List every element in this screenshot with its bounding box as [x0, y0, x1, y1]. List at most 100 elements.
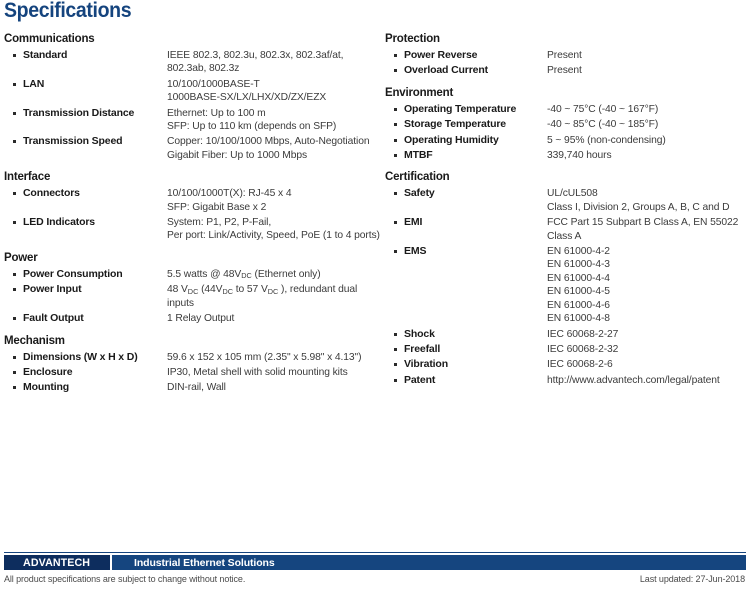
- spec-label: Enclosure: [23, 365, 73, 378]
- footer-brand-bar: ADVANTECH Industrial Ethernet Solutions: [4, 555, 746, 570]
- bullet-icon: [13, 49, 23, 57]
- spec-label: Power Input: [23, 283, 82, 296]
- page-title: Specifications: [4, 0, 132, 22]
- bullet-icon: [13, 107, 23, 115]
- spec-label: MTBF: [404, 149, 433, 162]
- spec-row: Power Input 48 VDC (44VDC to 57 VDC ), re…: [4, 283, 380, 310]
- spec-label: Safety: [404, 187, 435, 200]
- spec-row: Safety UL/cUL508 Class I, Division 2, Gro…: [385, 187, 750, 214]
- spec-label: Standard: [23, 49, 68, 61]
- spec-label: Operating Temperature: [404, 102, 517, 115]
- bullet-icon: [394, 245, 404, 254]
- bullet-icon: [394, 374, 404, 382]
- spec-value: FCC Part 15 Subpart B Class A, EN 55022 …: [547, 217, 739, 242]
- spec-row: Overload Current Present: [385, 64, 750, 77]
- bullet-icon: [13, 187, 23, 196]
- spec-group-title: Power: [4, 251, 38, 264]
- spec-label: Power Consumption: [23, 267, 123, 280]
- spec-row: Power Consumption 5.5 watts @ 48VDC (Ethe…: [4, 268, 380, 281]
- spec-label: Transmission Speed: [23, 135, 123, 148]
- spec-value: IP30, Metal shell with solid mounting ki…: [167, 366, 348, 378]
- spec-value: DIN-rail, Wall: [167, 382, 226, 394]
- bullet-icon: [13, 381, 23, 390]
- spec-group: Protection Power Reverse Present Overload C…: [385, 33, 750, 78]
- bullet-icon: [394, 64, 404, 73]
- spec-value: IEEE 802.3, 802.3u, 802.3x, 802.3af/at, …: [167, 50, 344, 75]
- spec-group-title: Protection: [385, 33, 440, 45]
- spec-row: Operating Humidity 5 ~ 95% (non-condensin…: [385, 134, 750, 147]
- bullet-icon: [394, 149, 404, 158]
- spec-value: IEC 60068-2-27: [547, 328, 619, 340]
- spec-label: Fault Output: [23, 312, 84, 325]
- spec-label: Storage Temperature: [404, 118, 506, 131]
- spec-row: Enclosure IP30, Metal shell with solid mo…: [4, 366, 380, 379]
- spec-label: Overload Current: [404, 64, 488, 77]
- spec-group: Communications Standard IEEE 802.3, 802.3u…: [4, 33, 380, 162]
- spec-value: -40 ~ 85°C (-40 ~ 185°F): [547, 119, 659, 131]
- spec-label: Shock: [404, 327, 435, 340]
- spec-row: Patent http://www.advantech.com/legal/pat…: [385, 374, 750, 387]
- spec-value: 10/100/1000T(X): RJ-45 x 4 SFP: Gigabit …: [167, 188, 292, 213]
- bullet-icon: [13, 366, 23, 374]
- spec-row: Vibration IEC 60068-2-6: [385, 358, 750, 371]
- spec-value: Copper: 10/100/1000 Mbps, Auto-Negotiati…: [167, 136, 370, 161]
- spec-row: Shock IEC 60068-2-27: [385, 328, 750, 341]
- bullet-icon: [394, 118, 404, 127]
- right-column: Protection Power Reverse Present Overload C…: [385, 33, 750, 396]
- spec-value: 1 Relay Output: [167, 313, 235, 325]
- spec-row: LED Indicators System: P1, P2, P-Fail, Pe…: [4, 216, 380, 243]
- spec-value[interactable]: http://www.advantech.com/legal/patent: [547, 374, 720, 387]
- footer-banner-text: Industrial Ethernet Solutions: [134, 556, 275, 569]
- spec-row: Power Reverse Present: [385, 49, 750, 62]
- spec-label: Connectors: [23, 187, 80, 200]
- bullet-icon: [13, 268, 23, 276]
- advantech-logo: ADVANTECH: [4, 555, 110, 570]
- spec-row: Mounting DIN-rail, Wall: [4, 381, 380, 394]
- spec-value: IEC 60068-2-6: [547, 359, 613, 371]
- spec-row: Fault Output 1 Relay Output: [4, 312, 380, 325]
- spec-value: IEC 60068-2-32: [547, 343, 619, 355]
- spec-label: EMI: [404, 216, 423, 229]
- bullet-icon: [13, 216, 23, 225]
- spec-row: Storage Temperature -40 ~ 85°C (-40 ~ 185…: [385, 118, 750, 131]
- spec-label: Patent: [404, 373, 436, 386]
- bullet-icon: [13, 351, 23, 359]
- spec-label: Transmission Distance: [23, 106, 135, 119]
- spec-value: Present: [547, 65, 582, 77]
- spec-row: Operating Temperature -40 ~ 75°C (-40 ~ 1…: [385, 103, 750, 116]
- bullet-icon: [394, 343, 404, 351]
- spec-row: MTBF 339,740 hours: [385, 149, 750, 162]
- spec-label: Vibration: [404, 358, 448, 371]
- spec-label: Power Reverse: [404, 49, 478, 61]
- spec-value: 339,740 hours: [547, 150, 612, 162]
- bullet-icon: [394, 103, 404, 111]
- footer-divider: [4, 551, 746, 553]
- spec-label: LAN: [23, 77, 45, 90]
- spec-row: Transmission Speed Copper: 10/100/1000 Mb…: [4, 135, 380, 162]
- spec-value: Ethernet: Up to 100 m SFP: Up to 110 km …: [167, 107, 337, 133]
- spec-value: UL/cUL508 Class I, Division 2, Groups A,…: [547, 188, 730, 213]
- spec-group-title: Interface: [4, 171, 51, 184]
- bullet-icon: [394, 49, 404, 57]
- footer-disclaimer: All product specifications are subject t…: [4, 574, 246, 584]
- spec-value: 10/100/1000BASE-T 1000BASE-SX/LX/LHX/XD/…: [167, 78, 327, 104]
- advantech-logo-text: ADVANTECH: [23, 556, 91, 569]
- spec-value: 5.5 watts @ 48VDC (Ethernet only): [167, 268, 321, 281]
- spec-group: Environment Operating Temperature -40 ~ 75…: [385, 87, 750, 163]
- footer-last-updated: Last updated: 27-Jun-2018: [639, 574, 745, 584]
- spec-row: Connectors 10/100/1000T(X): RJ-45 x 4 SFP…: [4, 187, 380, 214]
- spec-group: Certification Safety UL/cUL508 Class I, Di…: [385, 171, 750, 387]
- spec-value: 5 ~ 95% (non-condensing): [547, 134, 666, 146]
- spec-label: Freefall: [404, 342, 441, 355]
- left-column: Communications Standard IEEE 802.3, 802.3u…: [4, 33, 380, 404]
- spec-value: 48 VDC (44VDC to 57 VDC ), redundant dua…: [167, 284, 358, 309]
- bullet-icon: [394, 216, 404, 225]
- spec-label: Operating Humidity: [404, 133, 499, 146]
- spec-value: Present: [547, 50, 582, 61]
- bullet-icon: [394, 134, 404, 142]
- spec-group-title: Environment: [385, 86, 454, 99]
- spec-group: Mechanism Dimensions (W x H x D) 59.6 x 15…: [4, 335, 380, 395]
- spec-value: -40 ~ 75°C (-40 ~ 167°F): [547, 103, 659, 115]
- spec-row: LAN 10/100/1000BASE-T 1000BASE-SX/LX/LHX/…: [4, 78, 380, 105]
- spec-label: LED Indicators: [23, 216, 95, 229]
